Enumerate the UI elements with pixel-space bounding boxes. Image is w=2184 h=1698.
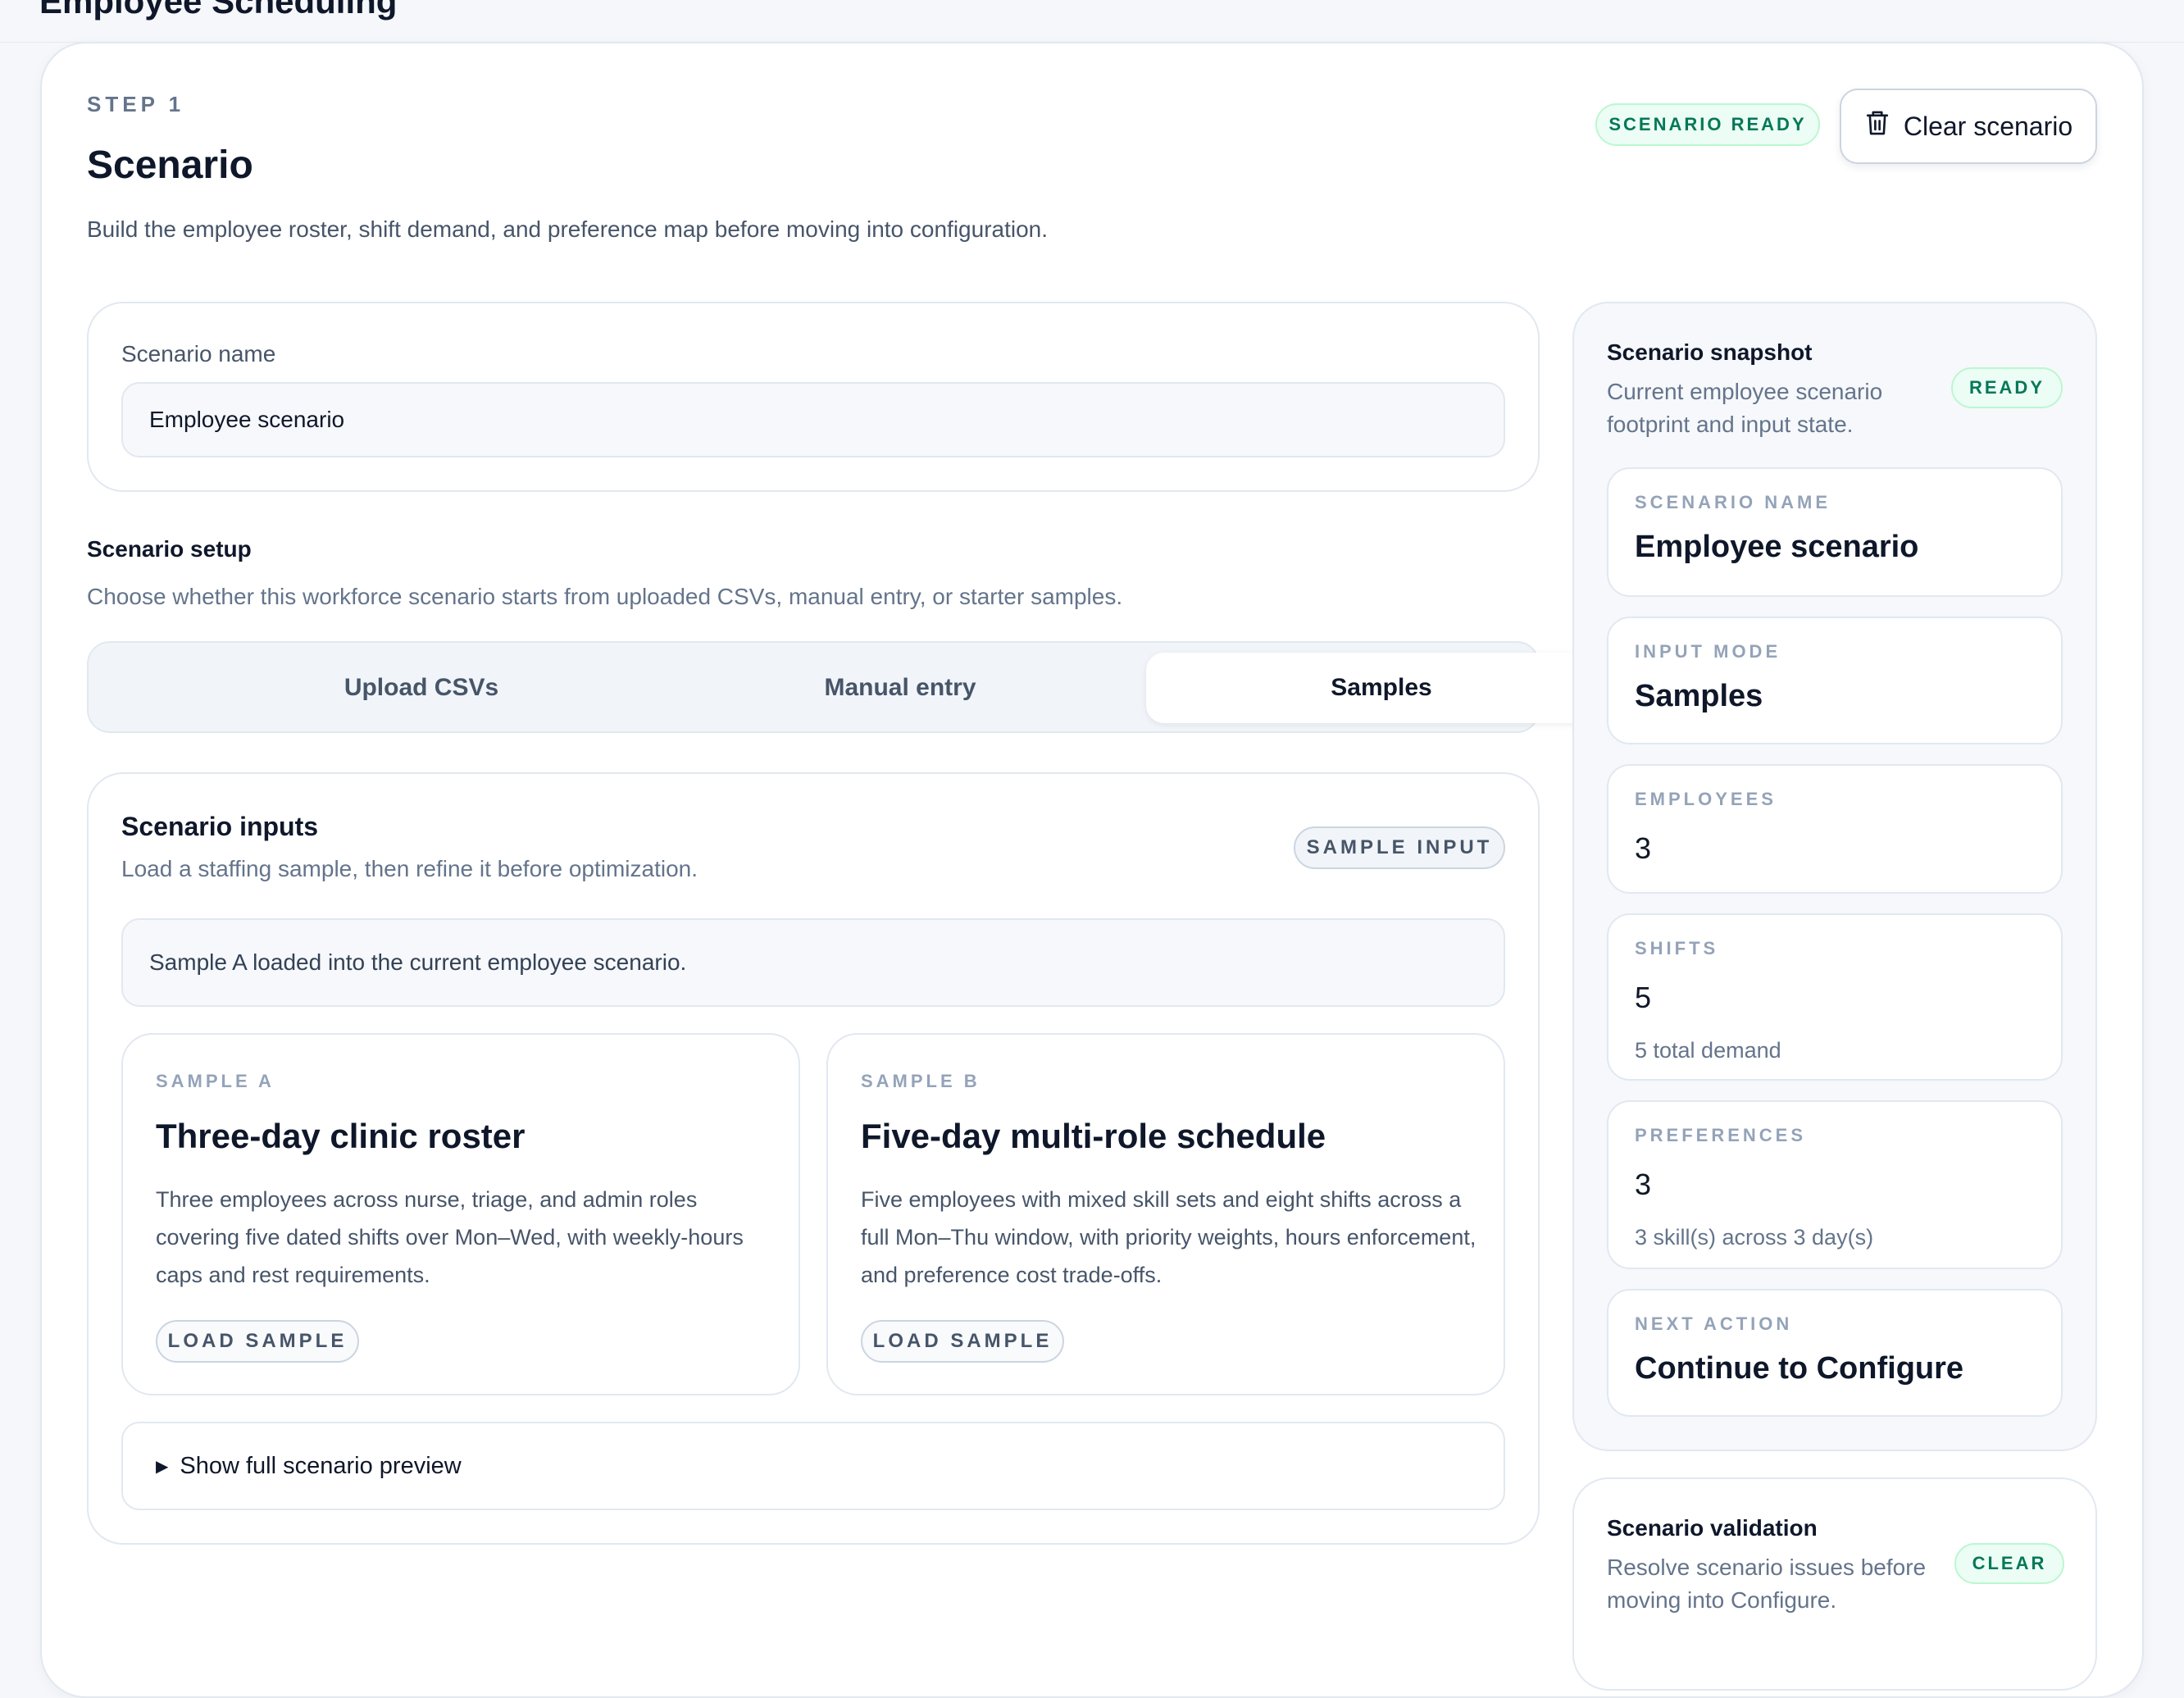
scenario-name-input[interactable]: [121, 382, 1505, 458]
sample-loaded-message: Sample A loaded into the current employe…: [121, 918, 1505, 1007]
stat-next-action: NEXT ACTION Continue to Configure: [1607, 1289, 2063, 1417]
app-title: Employee Scheduling: [39, 0, 398, 20]
tab-upload-csvs[interactable]: Upload CSVs: [187, 653, 656, 723]
clear-scenario-button[interactable]: Clear scenario: [1840, 89, 2097, 164]
page-title: Scenario: [87, 143, 253, 187]
input-mode-tabs: Upload CSVs Manual entry Samples: [87, 641, 1617, 733]
stat-label: SHIFTS: [1635, 938, 1719, 958]
step-label: STEP 1: [87, 92, 185, 116]
stat-value: Employee scenario: [1635, 530, 1919, 564]
stat-value: 3: [1635, 831, 1652, 865]
setup-description: Choose whether this workforce scenario s…: [87, 584, 1123, 609]
sample-a-card: SAMPLE A Three-day clinic roster Three e…: [121, 1033, 800, 1395]
load-sample-b-button[interactable]: LOAD SAMPLE: [861, 1320, 1064, 1363]
stat-shifts: SHIFTS 5 5 total demand: [1607, 913, 2063, 1081]
stat-subtext: 5 total demand: [1635, 1038, 1781, 1063]
stat-label: EMPLOYEES: [1635, 789, 1777, 809]
triangle-right-icon: ▶: [156, 1457, 169, 1476]
scenario-preview-toggle[interactable]: ▶ Show full scenario preview: [121, 1422, 1505, 1510]
scenario-name-label: Scenario name: [121, 341, 276, 366]
stat-preferences: PREFERENCES 3 3 skill(s) across 3 day(s): [1607, 1100, 2063, 1269]
sample-title: Three-day clinic roster: [156, 1117, 526, 1155]
stat-value: Samples: [1635, 679, 1763, 713]
scenario-ready-badge: SCENARIO READY: [1595, 103, 1820, 146]
validation-description: Resolve scenario issues before moving in…: [1607, 1555, 1927, 1613]
sample-description: Three employees across nurse, triage, an…: [156, 1187, 744, 1287]
stat-subtext: 3 skill(s) across 3 day(s): [1635, 1225, 1874, 1250]
stat-scenario-name: SCENARIO NAME Employee scenario: [1607, 467, 2063, 597]
snapshot-title: Scenario snapshot: [1607, 339, 1813, 365]
validation-title: Scenario validation: [1607, 1515, 1818, 1541]
stat-value: Continue to Configure: [1635, 1351, 1964, 1386]
top-bar: Employee Scheduling: [0, 0, 2184, 43]
stat-value: 5: [1635, 981, 1652, 1014]
trash-icon: [1864, 109, 1891, 143]
inputs-description: Load a staffing sample, then refine it b…: [121, 856, 698, 881]
sample-kicker: SAMPLE A: [156, 1071, 275, 1091]
stat-label: SCENARIO NAME: [1635, 492, 1831, 512]
setup-title: Scenario setup: [87, 536, 252, 562]
sample-kicker: SAMPLE B: [861, 1071, 981, 1091]
snapshot-ready-badge: READY: [1951, 367, 2063, 408]
stat-label: NEXT ACTION: [1635, 1313, 1793, 1334]
load-sample-a-button[interactable]: LOAD SAMPLE: [156, 1320, 359, 1363]
sample-input-badge: SAMPLE INPUT: [1294, 826, 1505, 869]
tab-manual-entry[interactable]: Manual entry: [666, 653, 1135, 723]
stat-label: PREFERENCES: [1635, 1125, 1807, 1145]
sample-b-card: SAMPLE B Five-day multi-role schedule Fi…: [826, 1033, 1505, 1395]
stat-value: 3: [1635, 1168, 1652, 1201]
stat-input-mode: INPUT MODE Samples: [1607, 617, 2063, 744]
validation-clear-badge: CLEAR: [1954, 1543, 2064, 1584]
inputs-title: Scenario inputs: [121, 812, 319, 841]
clear-scenario-label: Clear scenario: [1903, 111, 2073, 141]
sample-title: Five-day multi-role schedule: [861, 1117, 1326, 1155]
snapshot-description: Current employee scenario footprint and …: [1607, 379, 1883, 437]
tab-samples[interactable]: Samples: [1146, 653, 1617, 723]
page-description: Build the employee roster, shift demand,…: [87, 216, 1049, 242]
stat-employees: EMPLOYEES 3: [1607, 764, 2063, 894]
sample-description: Five employees with mixed skill sets and…: [861, 1187, 1476, 1287]
preview-toggle-label: Show full scenario preview: [180, 1452, 462, 1479]
stat-label: INPUT MODE: [1635, 641, 1781, 662]
